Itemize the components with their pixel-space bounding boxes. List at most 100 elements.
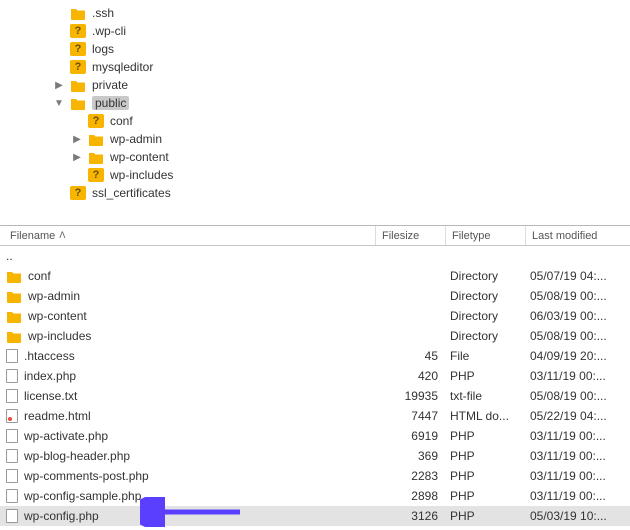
cell-filetype: Directory <box>446 329 526 343</box>
file-row-wp-content[interactable]: wp-contentDirectory06/03/19 00:... <box>0 306 630 326</box>
unknown-folder-icon: ? <box>70 24 86 38</box>
file-row-wp-config-sample-php[interactable]: wp-config-sample.php2898PHP03/11/19 00:.… <box>0 486 630 506</box>
folder-tree[interactable]: .ssh?.wp-cli?logs?mysqleditor▶private▼pu… <box>0 0 630 225</box>
cell-filesize: 19935 <box>376 389 446 403</box>
cell-filename: wp-admin <box>6 289 376 303</box>
file-row-wp-admin[interactable]: wp-adminDirectory05/08/19 00:... <box>0 286 630 306</box>
file-row-wp-config-php[interactable]: wp-config.php3126PHP05/03/19 10:... <box>0 506 630 526</box>
filename-text: wp-comments-post.php <box>24 469 149 483</box>
unknown-folder-icon: ? <box>70 42 86 56</box>
cell-filetype: PHP <box>446 449 526 463</box>
tree-item-public[interactable]: ▼public <box>0 94 630 112</box>
file-row-wp-comments-post-php[interactable]: wp-comments-post.php2283PHP03/11/19 00:.… <box>0 466 630 486</box>
file-list[interactable]: Filename ᐱ Filesize Filetype Last modifi… <box>0 226 630 526</box>
cell-filename: .. <box>6 249 376 263</box>
cell-filename: wp-activate.php <box>6 429 376 443</box>
folder-icon <box>88 132 104 146</box>
file-row-license-txt[interactable]: license.txt19935txt-file05/08/19 00:... <box>0 386 630 406</box>
tree-item-label: conf <box>110 114 133 128</box>
sort-ascending-icon: ᐱ <box>59 230 65 241</box>
folder-icon <box>6 329 22 343</box>
file-row-wp-blog-header-php[interactable]: wp-blog-header.php369PHP03/11/19 00:... <box>0 446 630 466</box>
filename-text: index.php <box>24 369 76 383</box>
file-row-conf[interactable]: confDirectory05/07/19 04:... <box>0 266 630 286</box>
file-row-parent[interactable]: .. <box>0 246 630 266</box>
file-row-readme-html[interactable]: readme.html7447HTML do...05/22/19 04:... <box>0 406 630 426</box>
file-row--htaccess[interactable]: .htaccess45File04/09/19 20:... <box>0 346 630 366</box>
filename-text: .. <box>6 249 13 263</box>
tree-item-wp-admin[interactable]: ▶ wp-admin <box>0 130 630 148</box>
folder-icon <box>6 269 22 283</box>
chevron-right-icon[interactable]: ▶ <box>52 80 66 91</box>
cell-filename: conf <box>6 269 376 283</box>
cell-filesize: 2898 <box>376 489 446 503</box>
unknown-folder-icon: ? <box>88 168 104 182</box>
cell-filetype: PHP <box>446 469 526 483</box>
cell-modified: 05/08/19 00:... <box>526 289 626 303</box>
filename-text: wp-activate.php <box>24 429 108 443</box>
cell-filesize: 6919 <box>376 429 446 443</box>
tree-item--wp-cli[interactable]: ? .wp-cli <box>0 22 630 40</box>
cell-filetype: txt-file <box>446 389 526 403</box>
tree-item-label: logs <box>92 42 114 56</box>
tree-item-label: wp-includes <box>110 168 173 182</box>
tree-item-private[interactable]: ▶private <box>0 76 630 94</box>
col-modified[interactable]: Last modified <box>526 226 626 245</box>
cell-filesize: 420 <box>376 369 446 383</box>
cell-filesize: 3126 <box>376 509 446 523</box>
col-filesize[interactable]: Filesize <box>376 226 446 245</box>
tree-item-mysqleditor[interactable]: ?mysqleditor <box>0 58 630 76</box>
file-icon <box>6 429 18 443</box>
cell-filetype: HTML do... <box>446 409 526 423</box>
cell-modified: 03/11/19 00:... <box>526 429 626 443</box>
cell-modified: 03/11/19 00:... <box>526 369 626 383</box>
tree-item--ssh[interactable]: .ssh <box>0 4 630 22</box>
cell-filename: wp-blog-header.php <box>6 449 376 463</box>
cell-filename: wp-config-sample.php <box>6 489 376 503</box>
cell-filename: index.php <box>6 369 376 383</box>
filename-text: wp-config-sample.php <box>24 489 141 503</box>
cell-filetype: PHP <box>446 509 526 523</box>
tree-item-wp-includes[interactable]: ? wp-includes <box>0 166 630 184</box>
cell-filename: wp-includes <box>6 329 376 343</box>
tree-item-label: wp-admin <box>110 132 162 146</box>
file-icon <box>6 369 18 383</box>
cell-modified: 05/08/19 00:... <box>526 389 626 403</box>
file-icon <box>6 449 18 463</box>
tree-item-wp-content[interactable]: ▶wp-content <box>0 148 630 166</box>
filename-text: wp-blog-header.php <box>24 449 130 463</box>
tree-item-ssl_certificates[interactable]: ?ssl_certificates <box>0 184 630 202</box>
cell-filename: wp-config.php <box>6 509 376 523</box>
filename-text: wp-includes <box>28 329 91 343</box>
tree-item-logs[interactable]: ? logs <box>0 40 630 58</box>
unknown-folder-icon: ? <box>88 114 104 128</box>
chevron-right-icon[interactable]: ▶ <box>70 152 84 163</box>
cell-filename: wp-content <box>6 309 376 323</box>
folder-icon <box>70 96 86 110</box>
chevron-down-icon[interactable]: ▼ <box>52 98 66 109</box>
cell-filename: .htaccess <box>6 349 376 363</box>
cell-filetype: Directory <box>446 309 526 323</box>
file-row-wp-includes[interactable]: wp-includes Directory05/08/19 00:... <box>0 326 630 346</box>
tree-item-conf[interactable]: ? conf <box>0 112 630 130</box>
cell-filetype: PHP <box>446 489 526 503</box>
list-column-headers[interactable]: Filename ᐱ Filesize Filetype Last modifi… <box>0 226 630 246</box>
filename-text: wp-admin <box>28 289 80 303</box>
filename-text: wp-content <box>28 309 87 323</box>
chevron-right-icon[interactable]: ▶ <box>70 134 84 145</box>
folder-icon <box>70 78 86 92</box>
cell-modified: 05/08/19 00:... <box>526 329 626 343</box>
cell-filename: license.txt <box>6 389 376 403</box>
file-icon <box>6 389 18 403</box>
cell-filesize: 45 <box>376 349 446 363</box>
folder-icon <box>6 289 22 303</box>
col-filename[interactable]: Filename ᐱ <box>4 226 376 245</box>
file-row-wp-activate-php[interactable]: wp-activate.php6919PHP03/11/19 00:... <box>0 426 630 446</box>
tree-item-label: .wp-cli <box>92 24 126 38</box>
filename-text: .htaccess <box>24 349 75 363</box>
col-filetype[interactable]: Filetype <box>446 226 526 245</box>
cell-filename: readme.html <box>6 409 376 423</box>
tree-item-label: mysqleditor <box>92 60 153 74</box>
file-row-index-php[interactable]: index.php420PHP03/11/19 00:... <box>0 366 630 386</box>
cell-filetype: File <box>446 349 526 363</box>
